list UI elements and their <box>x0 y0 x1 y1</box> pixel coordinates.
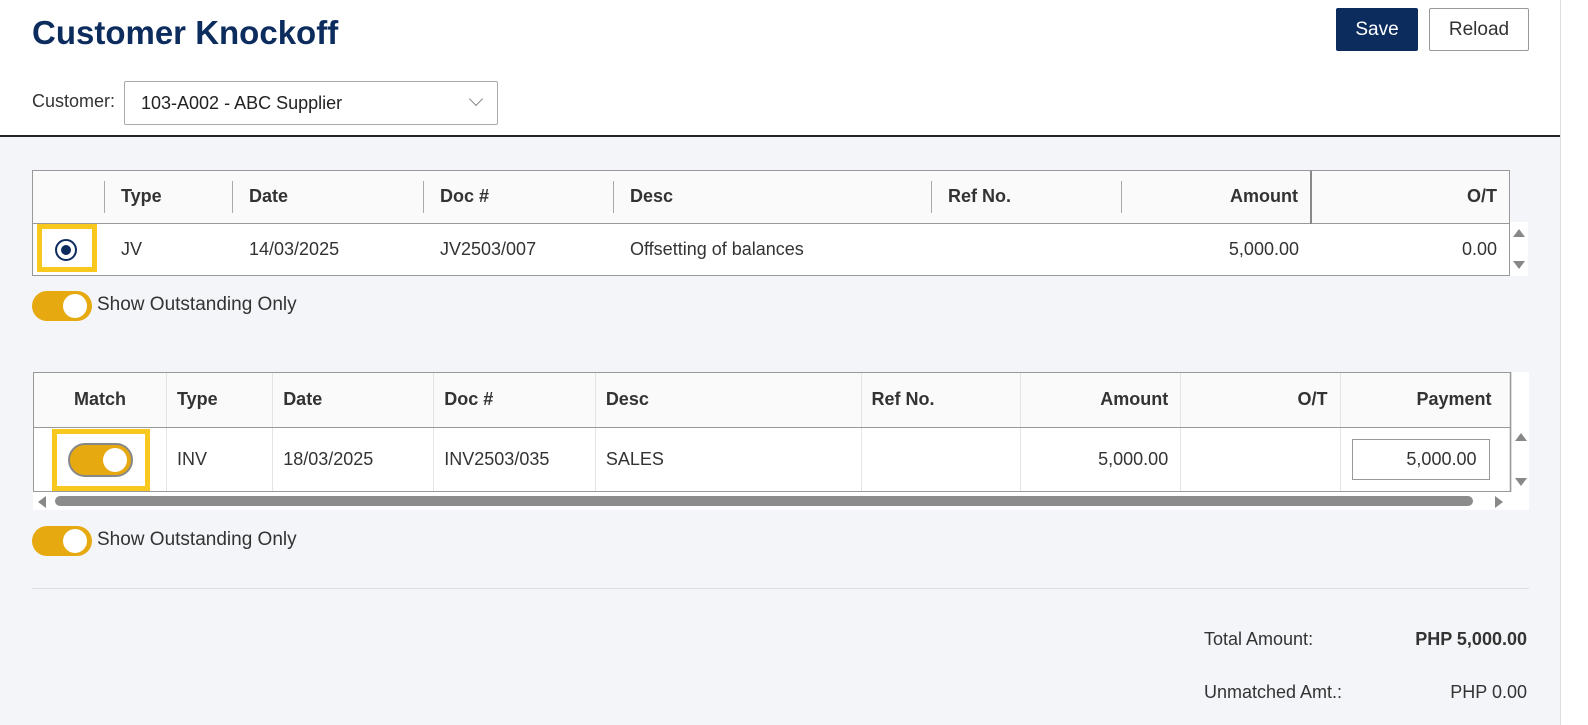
column-header-select <box>33 171 104 224</box>
source-document-grid: Type Date Doc # Desc Ref No. Amount O/T … <box>32 170 1510 276</box>
column-header-amount[interactable]: Amount <box>1121 171 1312 224</box>
chevron-down-icon[interactable] <box>468 91 484 107</box>
column-header-amount[interactable]: Amount <box>1020 373 1182 428</box>
cell-ot <box>1180 427 1341 491</box>
total-amount-value: PHP 5,000.00 <box>1415 629 1527 649</box>
column-header-desc[interactable]: Desc <box>595 373 862 428</box>
column-header-payment[interactable]: Payment <box>1340 373 1510 428</box>
column-header-doc[interactable]: Doc # <box>423 171 613 224</box>
match-toggle[interactable] <box>68 443 133 477</box>
column-header-match[interactable]: Match <box>34 373 167 428</box>
toggle-knob <box>103 448 127 472</box>
cell-ref <box>931 223 1121 275</box>
customer-label: Customer: <box>32 91 116 111</box>
scroll-right-icon[interactable] <box>1495 496 1503 508</box>
cell-type: INV <box>166 427 274 491</box>
scroll-up-icon[interactable] <box>1513 229 1525 237</box>
page-title: Customer Knockoff <box>32 14 339 51</box>
matching-document-grid: Match Type Date Doc # Desc Ref No. Amoun… <box>33 372 1511 492</box>
column-header-type[interactable]: Type <box>104 171 232 224</box>
page-header: Customer Knockoff Save Reload Customer: … <box>0 0 1560 137</box>
row-select-radio[interactable] <box>55 239 77 261</box>
horizontal-scrollbar[interactable] <box>33 492 1529 510</box>
table-header-row: Type Date Doc # Desc Ref No. Amount O/T <box>33 171 1509 224</box>
save-button[interactable]: Save <box>1336 8 1418 51</box>
cell-ot: 0.00 <box>1461 238 1497 259</box>
cell-date: 14/03/2025 <box>249 238 340 259</box>
customer-select[interactable]: 103-A002 - ABC Supplier <box>124 81 498 125</box>
reload-button[interactable]: Reload <box>1429 8 1529 51</box>
total-amount-label: Total Amount: <box>1204 629 1314 649</box>
cell-desc: SALES <box>595 427 862 491</box>
customer-select-value: 103-A002 - ABC Supplier <box>141 92 343 113</box>
show-outstanding-label-bottom: Show Outstanding Only <box>97 529 297 550</box>
vertical-scrollbar[interactable] <box>1510 222 1528 276</box>
column-header-ot[interactable]: O/T <box>1180 373 1341 428</box>
cell-desc: Offsetting of balances <box>630 238 804 259</box>
scroll-down-icon[interactable] <box>1513 261 1525 269</box>
column-header-date[interactable]: Date <box>232 171 423 224</box>
show-outstanding-label-top: Show Outstanding Only <box>97 294 297 315</box>
unmatched-amount-value: PHP 0.00 <box>1450 682 1527 702</box>
scroll-up-icon[interactable] <box>1515 433 1527 441</box>
column-header-ref[interactable]: Ref No. <box>861 373 1021 428</box>
summary-divider <box>32 588 1529 589</box>
cell-doc-link[interactable]: JV2503/007 <box>423 223 613 275</box>
toggle-knob <box>63 294 87 318</box>
cell-amount: 5,000.00 <box>1020 427 1182 491</box>
payment-cell: 5,000.00 <box>1340 427 1510 491</box>
show-outstanding-toggle-top[interactable] <box>32 291 92 321</box>
toggle-knob <box>63 529 87 553</box>
column-header-desc[interactable]: Desc <box>613 171 931 224</box>
cell-amount: 5,000.00 <box>1228 238 1299 259</box>
cell-type: JV <box>121 238 143 259</box>
table-row[interactable]: JV 14/03/2025 JV2503/007 Offsetting of b… <box>33 223 1509 275</box>
cell-ref <box>861 427 1021 491</box>
cell-doc-link[interactable]: INV2503/035 <box>433 427 596 491</box>
scroll-down-icon[interactable] <box>1515 478 1527 486</box>
column-header-doc[interactable]: Doc # <box>433 373 596 428</box>
show-outstanding-toggle-bottom[interactable] <box>32 526 92 556</box>
source-document-table: Type Date Doc # Desc Ref No. Amount O/T … <box>33 171 1509 275</box>
column-header-ref[interactable]: Ref No. <box>931 171 1121 224</box>
vertical-scrollbar[interactable] <box>1511 372 1529 492</box>
unmatched-amount-label: Unmatched Amt.: <box>1204 682 1343 702</box>
payment-input[interactable]: 5,000.00 <box>1351 439 1490 481</box>
table-header-row: Match Type Date Doc # Desc Ref No. Amoun… <box>34 373 1510 428</box>
column-header-date[interactable]: Date <box>272 373 435 428</box>
column-header-type[interactable]: Type <box>166 373 274 428</box>
window-edge <box>1560 0 1588 725</box>
cell-date: 18/03/2025 <box>272 427 435 491</box>
scroll-left-icon[interactable] <box>38 496 46 508</box>
table-row[interactable]: INV 18/03/2025 INV2503/035 SALES 5,000.0… <box>34 427 1510 491</box>
matching-document-table: Match Type Date Doc # Desc Ref No. Amoun… <box>34 373 1510 491</box>
scrollbar-thumb[interactable] <box>55 496 1473 506</box>
column-header-ot[interactable]: O/T <box>1311 171 1509 224</box>
